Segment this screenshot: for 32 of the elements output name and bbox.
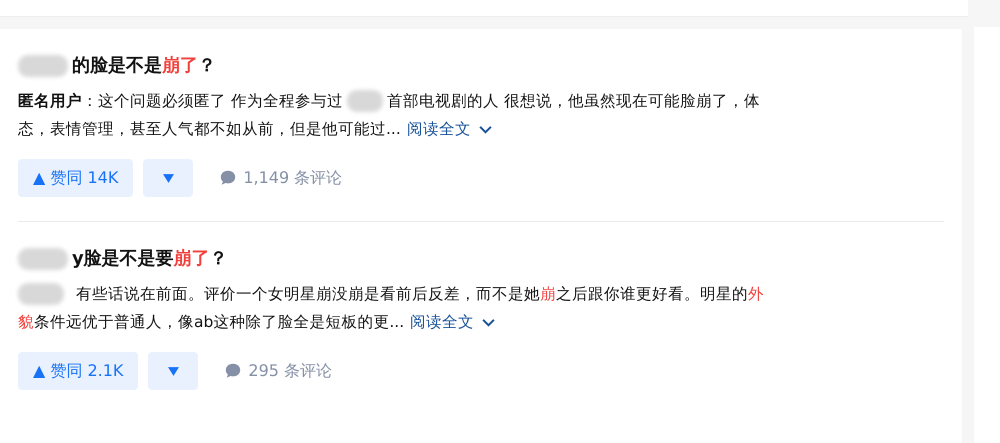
excerpt-text: 貌 bbox=[18, 312, 34, 332]
title-text[interactable]: ？ bbox=[210, 244, 228, 274]
excerpt-text: 之后跟你谁更好看。明星的 bbox=[556, 284, 748, 304]
downvote-button[interactable] bbox=[148, 352, 198, 390]
title-text[interactable]: 崩了 bbox=[174, 244, 210, 274]
triangle-down-icon bbox=[162, 174, 174, 182]
excerpt-text: 有些话说在前面。评价一个女明星崩没崩是看前后反差，而不是她 bbox=[76, 284, 540, 304]
excerpt-text: 条件远优于普通人，像ab这种除了脸全是短板的更... bbox=[34, 312, 404, 332]
chevron-down-icon bbox=[478, 124, 492, 134]
excerpt-text: ：这个问题必须匿了 作为全程参与过 bbox=[82, 90, 343, 112]
title-text[interactable]: 的脸是不是 bbox=[72, 51, 162, 81]
blurred-text bbox=[346, 90, 383, 112]
upvote-button[interactable]: ▲ 赞同 2.1K bbox=[18, 352, 138, 390]
excerpt-text: 首部电视剧的人 很想说，他虽然现在可能脸崩了，体 bbox=[386, 90, 760, 112]
title-text[interactable]: 崩了 bbox=[162, 51, 198, 81]
excerpt-text: 外 bbox=[748, 284, 764, 304]
title-text[interactable]: y脸是不是要 bbox=[72, 244, 174, 274]
comment-icon bbox=[224, 362, 242, 380]
title-text[interactable]: ？ bbox=[198, 51, 216, 81]
excerpt-text: 态，表情管理，甚至人气都不如从前，但是他可能过... bbox=[18, 118, 401, 140]
blurred-name bbox=[18, 248, 68, 270]
blurred-name bbox=[18, 55, 68, 77]
upvote-button[interactable]: ▲ 赞同 14K bbox=[18, 159, 134, 197]
downvote-button[interactable] bbox=[143, 159, 194, 197]
blurred-text bbox=[18, 283, 64, 305]
author-name: 匿名用户 bbox=[18, 90, 82, 112]
excerpt-text: 崩 bbox=[540, 284, 556, 304]
chevron-down-icon bbox=[482, 318, 496, 326]
read-more-link[interactable]: 阅读全文 bbox=[406, 118, 471, 140]
triangle-down-icon bbox=[168, 366, 179, 376]
read-more-link[interactable]: 阅读全文 bbox=[410, 312, 474, 332]
comment-icon bbox=[219, 169, 238, 187]
